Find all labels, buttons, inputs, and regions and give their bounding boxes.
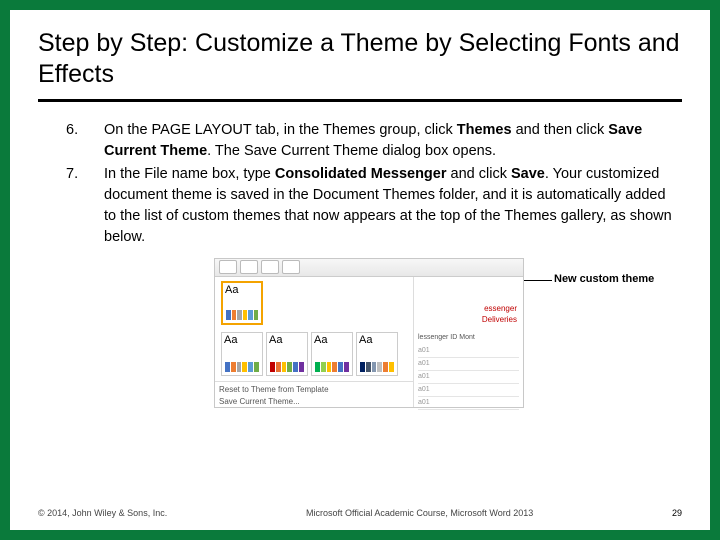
step-number: 7. (66, 164, 104, 248)
step-text: In the File name box, type Consolidated … (104, 164, 672, 248)
ribbon-button (240, 260, 258, 274)
step-7: 7. In the File name box, type Consolidat… (66, 164, 672, 248)
doc-row: a01 (418, 345, 519, 358)
theme-thumbnail: Aa (311, 332, 353, 376)
copyright: © 2014, John Wiley & Sons, Inc. (38, 508, 167, 518)
callout-label: New custom theme (554, 272, 557, 288)
step-6: 6. On the PAGE LAYOUT tab, in the Themes… (66, 120, 672, 162)
slide-footer: © 2014, John Wiley & Sons, Inc. Microsof… (38, 504, 682, 518)
slide-title: Step by Step: Customize a Theme by Selec… (38, 28, 682, 91)
theme-thumbnail: Aa (356, 332, 398, 376)
doc-row: a01 (418, 397, 519, 410)
step-text: On the PAGE LAYOUT tab, in the Themes gr… (104, 120, 672, 162)
step-number: 6. (66, 120, 104, 162)
doc-heading: essenger Deliveries (459, 303, 517, 326)
ribbon-button (261, 260, 279, 274)
themes-gallery-screenshot: Aa Aa Aa Aa Aa Reset to Theme from Templ… (214, 258, 524, 408)
ribbon-button (282, 260, 300, 274)
theme-thumbnail: Aa (266, 332, 308, 376)
doc-table-rows: a01 a01 a01 a01 a01 (418, 345, 519, 411)
slide-body: 6. On the PAGE LAYOUT tab, in the Themes… (38, 102, 682, 505)
ribbon-button (219, 260, 237, 274)
document-preview: essenger Deliveries lessenger ID Mont a0… (413, 277, 523, 407)
doc-row: a01 (418, 358, 519, 371)
course-name: Microsoft Official Academic Course, Micr… (306, 508, 533, 518)
ribbon-bar (215, 259, 523, 277)
page-number: 29 (672, 508, 682, 518)
doc-table-header: lessenger ID Mont (418, 333, 475, 343)
doc-row: a01 (418, 384, 519, 397)
theme-thumbnail-custom: Aa (221, 281, 263, 325)
theme-thumbnail: Aa (221, 332, 263, 376)
doc-row: a01 (418, 371, 519, 384)
slide: Step by Step: Customize a Theme by Selec… (10, 10, 710, 530)
